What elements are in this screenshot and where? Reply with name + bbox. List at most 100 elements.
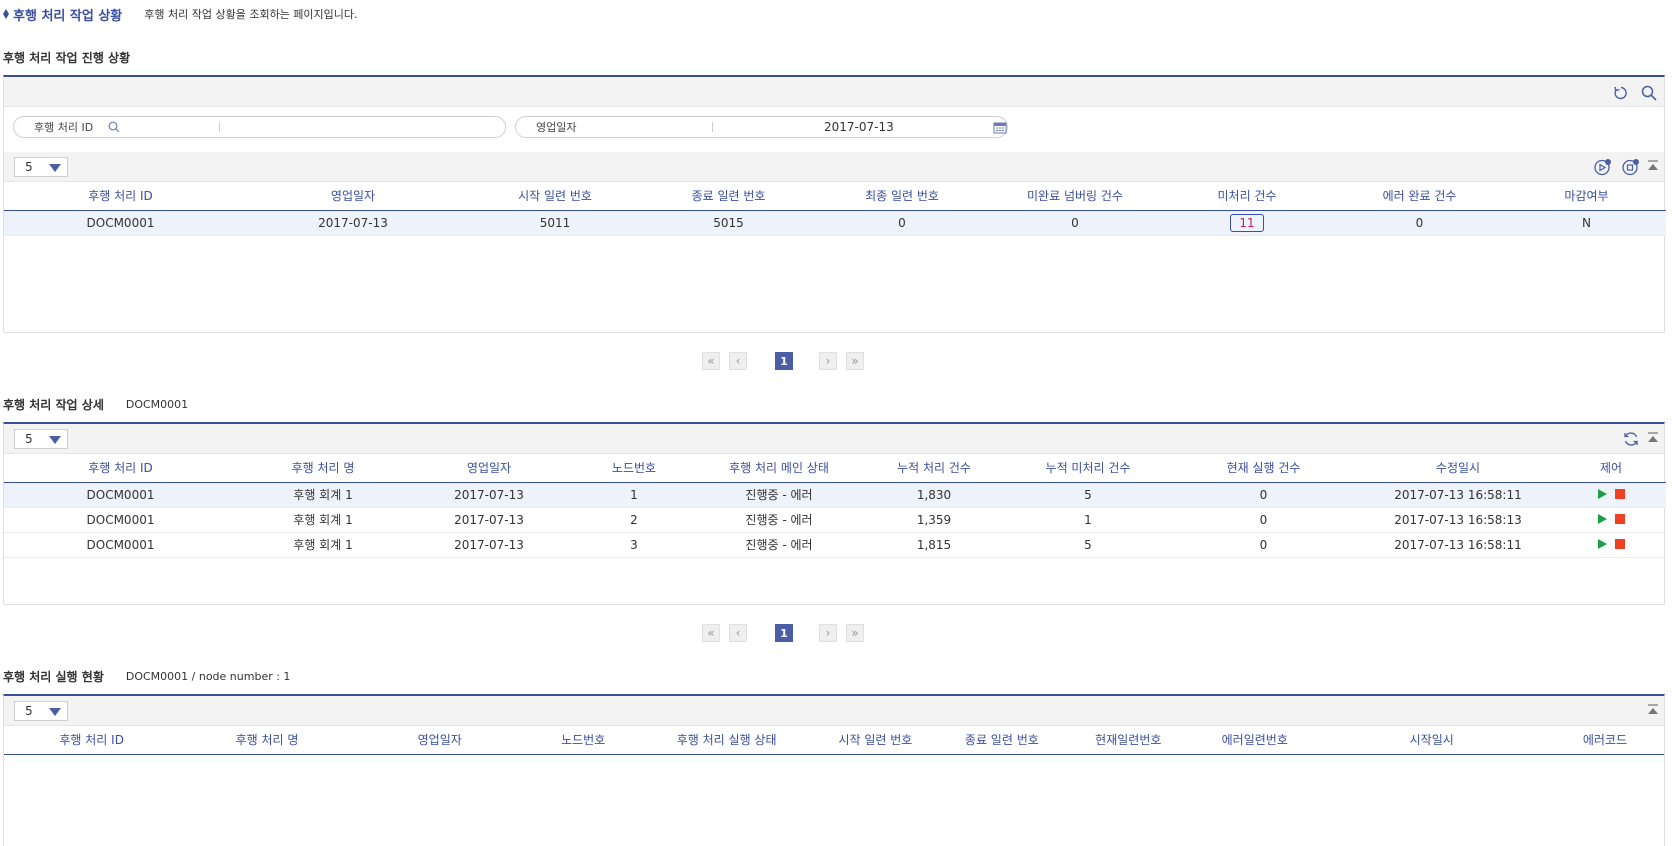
table-row[interactable]: DOCM0001 2017-07-13 5011 5015 0 0 11 0 N xyxy=(4,210,1666,236)
section-progress-title-text: 후행 처리 작업 진행 상황 xyxy=(3,51,131,65)
column-header[interactable]: 누적 처리 건수 xyxy=(859,454,1009,483)
table-header-row: 후행 처리 ID 후행 처리 명 영업일자 노드번호 후행 처리 메인 상태 누… xyxy=(4,454,1666,483)
table-cell: 진행중 - 에러 xyxy=(699,507,859,533)
column-header[interactable]: 후행 처리 명 xyxy=(237,454,409,483)
collapse-icon[interactable] xyxy=(1644,428,1662,450)
table-cell: 2017-07-13 16:58:11 xyxy=(1360,482,1556,508)
table-header-row: 후행 처리 ID 후행 처리 명 영업일자 노드번호 후행 처리 실행 상태 시… xyxy=(4,726,1664,755)
page-size-select[interactable]: 5 xyxy=(14,429,68,449)
detail-panel: 5 후행 처리 ID 후행 처리 명 영업일자 노드번호 후행 처리 메인 상태… xyxy=(3,422,1666,605)
first-page-button[interactable]: « xyxy=(702,352,720,370)
play-icon[interactable] xyxy=(1597,538,1607,549)
column-header[interactable]: 시작 일련 번호 xyxy=(811,726,940,755)
column-header[interactable]: 미처리 건수 xyxy=(1162,182,1332,211)
play-icon[interactable] xyxy=(1597,513,1607,524)
column-header[interactable]: 미완료 넘버링 건수 xyxy=(988,182,1162,211)
business-date-input[interactable]: 2017-07-13 xyxy=(824,120,894,134)
table-cell: 0 xyxy=(1332,210,1507,236)
table-row[interactable]: DOCM0001 후행 회계 1 2017-07-13 2 진행중 - 에러 1… xyxy=(4,507,1666,533)
column-header[interactable]: 에러 완료 건수 xyxy=(1332,182,1507,211)
column-header[interactable]: 최종 일련 번호 xyxy=(816,182,988,211)
table-header-row: 후행 처리 ID 영업일자 시작 일련 번호 종료 일련 번호 최종 일련 번호… xyxy=(4,182,1666,211)
business-date-filter[interactable]: 영업일자 2017-07-13 xyxy=(515,116,1008,138)
execution-table: 후행 처리 ID 후행 처리 명 영업일자 노드번호 후행 처리 실행 상태 시… xyxy=(4,726,1664,755)
first-page-button[interactable]: « xyxy=(702,624,720,642)
pagination: « ‹ 1 › » xyxy=(702,352,864,370)
table-cell: 5015 xyxy=(641,210,816,236)
stop-icon[interactable] xyxy=(1614,513,1625,524)
table-cell: 후행 회계 1 xyxy=(237,482,409,508)
search-icon[interactable] xyxy=(1640,84,1658,102)
search-toolbar xyxy=(4,77,1664,107)
page-size-select[interactable]: 5 xyxy=(14,701,68,721)
collapse-icon[interactable] xyxy=(1644,156,1662,178)
column-header[interactable]: 시작 일련 번호 xyxy=(469,182,641,211)
column-header[interactable]: 후행 처리 실행 상태 xyxy=(641,726,812,755)
control-cell xyxy=(1556,482,1666,508)
next-page-button[interactable]: › xyxy=(819,624,837,642)
column-header[interactable]: 수정일시 xyxy=(1360,454,1556,483)
table-cell: 후행 회계 1 xyxy=(237,507,409,533)
last-page-button[interactable]: » xyxy=(846,352,864,370)
column-header[interactable]: 후행 처리 ID xyxy=(4,454,237,483)
grid-toolbar: 5 xyxy=(4,696,1664,726)
page-size-select[interactable]: 5 xyxy=(14,157,68,177)
table-row[interactable]: DOCM0001 후행 회계 1 2017-07-13 3 진행중 - 에러 1… xyxy=(4,532,1666,558)
page-1-button[interactable]: 1 xyxy=(775,624,793,642)
dropdown-arrow-icon xyxy=(49,436,61,444)
column-header[interactable]: 영업일자 xyxy=(354,726,525,755)
play-all-icon[interactable] xyxy=(1594,158,1612,176)
stop-icon[interactable] xyxy=(1614,538,1625,549)
calendar-icon[interactable] xyxy=(993,121,1007,137)
section-detail-title: 후행 처리 작업 상세 DOCM0001 xyxy=(3,396,188,413)
column-header[interactable]: 후행 처리 ID xyxy=(4,182,237,211)
table-cell: N xyxy=(1507,210,1666,236)
collapse-icon[interactable] xyxy=(1644,700,1662,722)
business-date-label: 영업일자 xyxy=(536,121,577,134)
column-header[interactable]: 영업일자 xyxy=(237,182,469,211)
reset-icon[interactable] xyxy=(1612,84,1630,102)
unprocessed-count-link[interactable]: 11 xyxy=(1230,213,1264,232)
stop-all-icon[interactable] xyxy=(1622,158,1640,176)
section-detail-title-text: 후행 처리 작업 상세 xyxy=(3,398,104,412)
page-size-value: 5 xyxy=(25,432,33,446)
column-header[interactable]: 종료 일련 번호 xyxy=(939,726,1065,755)
next-page-button[interactable]: › xyxy=(819,352,837,370)
column-header[interactable]: 후행 처리 명 xyxy=(179,726,355,755)
table-row[interactable]: DOCM0001 후행 회계 1 2017-07-13 1 진행중 - 에러 1… xyxy=(4,482,1666,508)
prev-page-button[interactable]: ‹ xyxy=(729,352,747,370)
section-execution-subtitle: DOCM0001 / node number : 1 xyxy=(125,670,291,683)
grid-toolbar: 5 xyxy=(4,152,1664,182)
column-header[interactable]: 마감여부 xyxy=(1507,182,1666,211)
column-header[interactable]: 시작일시 xyxy=(1317,726,1546,755)
column-header[interactable]: 노드번호 xyxy=(569,454,699,483)
column-header[interactable]: 현재일련번호 xyxy=(1064,726,1193,755)
progress-panel: 후행 처리 ID 영업일자 2017-07-13 5 후행 처리 ID 영업일자… xyxy=(3,75,1666,333)
last-page-button[interactable]: » xyxy=(846,624,864,642)
process-id-filter[interactable]: 후행 처리 ID xyxy=(13,116,506,138)
table-cell: 5 xyxy=(1009,532,1167,558)
table-cell: 2017-07-13 xyxy=(409,507,569,533)
column-header[interactable]: 노드번호 xyxy=(524,726,642,755)
column-header[interactable]: 후행 처리 ID xyxy=(4,726,180,755)
table-cell: 1,830 xyxy=(859,482,1009,508)
column-header[interactable]: 영업일자 xyxy=(409,454,569,483)
table-cell: 진행중 - 에러 xyxy=(699,482,859,508)
column-header[interactable]: 누적 미처리 건수 xyxy=(1009,454,1167,483)
stop-icon[interactable] xyxy=(1614,488,1625,499)
section-progress-title: 후행 처리 작업 진행 상황 xyxy=(3,49,130,66)
table-cell: 2017-07-13 xyxy=(409,532,569,558)
refresh-icon[interactable] xyxy=(1622,430,1640,448)
prev-page-button[interactable]: ‹ xyxy=(729,624,747,642)
table-cell: 11 xyxy=(1162,210,1332,236)
page-1-button[interactable]: 1 xyxy=(775,352,793,370)
column-header[interactable]: 현재 실행 건수 xyxy=(1167,454,1360,483)
column-header[interactable]: 에러코드 xyxy=(1545,726,1664,755)
control-cell xyxy=(1556,507,1666,533)
column-header[interactable]: 에러일련번호 xyxy=(1192,726,1318,755)
play-icon[interactable] xyxy=(1597,488,1607,499)
column-header[interactable]: 종료 일련 번호 xyxy=(641,182,816,211)
column-header: 제어 xyxy=(1556,454,1666,483)
page-title-text: 후행 처리 작업 상황 xyxy=(13,8,123,24)
column-header[interactable]: 후행 처리 메인 상태 xyxy=(699,454,859,483)
